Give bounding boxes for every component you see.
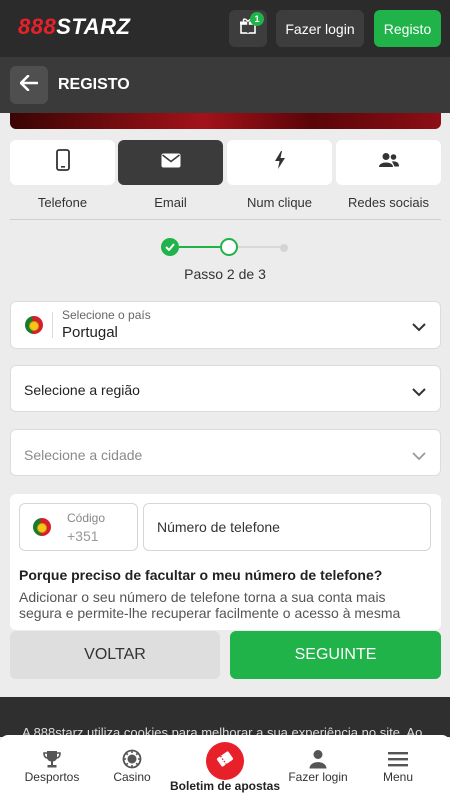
portugal-flag-icon <box>25 316 43 334</box>
select-separator <box>52 312 53 338</box>
cookie-notice: A 888starz utiliza cookies para melhorar… <box>0 697 450 737</box>
lightning-icon <box>274 151 286 174</box>
phone-number-placeholder: Número de telefone <box>157 519 280 535</box>
people-icon <box>378 152 400 173</box>
step-2-current <box>220 238 238 256</box>
promo-banner <box>10 113 441 129</box>
country-code-value: +351 <box>67 528 99 544</box>
trophy-icon <box>41 748 63 770</box>
chevron-down-icon <box>412 448 426 466</box>
page-title-bar: REGISTO <box>0 57 450 113</box>
tab-label-email: Email <box>154 195 187 210</box>
tab-email[interactable] <box>118 140 223 185</box>
arrow-left-icon <box>19 74 39 96</box>
tab-one-click[interactable] <box>227 140 332 185</box>
nav-casino-label: Casino <box>113 770 151 784</box>
check-icon <box>165 238 175 256</box>
nav-bet-slip-label: Boletim de apostas <box>169 779 281 793</box>
gift-count-badge: 1 <box>250 12 264 26</box>
nav-menu[interactable]: Menu <box>358 735 438 800</box>
city-select[interactable]: Selecione a cidade <box>10 429 441 476</box>
country-select-label: Selecione o país <box>62 308 151 322</box>
nav-casino[interactable]: Casino <box>92 735 172 800</box>
country-select[interactable]: Selecione o país Portugal <box>10 301 441 349</box>
phone-icon <box>55 149 70 176</box>
nav-menu-label: Menu <box>382 770 414 784</box>
nav-login[interactable]: Fazer login <box>278 735 358 800</box>
back-button[interactable] <box>10 66 48 104</box>
login-button[interactable]: Fazer login <box>276 10 364 47</box>
next-step-button[interactable]: SEGUINTE <box>230 631 441 679</box>
nav-login-label: Fazer login <box>288 770 348 784</box>
top-header: 888STARZ 1 Fazer login Registo <box>0 0 450 57</box>
country-code-select[interactable]: Código +351 <box>19 503 138 551</box>
menu-icon <box>387 748 409 770</box>
logo-number: 888 <box>18 14 57 39</box>
step-3-pending <box>280 244 288 252</box>
nav-sports-label: Desportos <box>24 770 80 784</box>
tab-social[interactable] <box>336 140 441 185</box>
page-title: REGISTO <box>58 76 130 93</box>
step-1-complete <box>161 238 179 256</box>
user-icon <box>307 748 329 770</box>
chip-icon <box>121 748 143 770</box>
ticket-icon <box>215 749 235 774</box>
portugal-flag-icon <box>33 518 51 536</box>
step-progress-text: Passo 2 de 3 <box>184 266 266 282</box>
chevron-down-icon <box>412 319 426 337</box>
gift-button[interactable]: 1 <box>229 10 267 47</box>
phone-section: Código +351 Número de telefone Porque pr… <box>10 494 441 630</box>
step-connector-pending <box>238 246 282 248</box>
phone-why-body: Adicionar o seu número de telefone torna… <box>19 589 401 621</box>
phone-why-title: Porque preciso de facultar o meu número … <box>19 567 383 583</box>
city-select-placeholder: Selecione a cidade <box>24 447 143 463</box>
tab-label-social: Redes sociais <box>348 195 429 210</box>
country-code-label: Código <box>67 511 106 525</box>
phone-number-input[interactable]: Número de telefone <box>143 503 431 551</box>
register-button[interactable]: Registo <box>374 10 441 47</box>
region-select-placeholder: Selecione a região <box>24 382 140 398</box>
nav-sports[interactable]: Desportos <box>12 735 92 800</box>
country-select-value: Portugal <box>62 324 118 341</box>
divider <box>10 219 441 220</box>
envelope-icon <box>161 153 181 173</box>
chevron-down-icon <box>412 384 426 402</box>
brand-logo[interactable]: 888STARZ <box>18 14 130 40</box>
tab-label-one-click: Num clique <box>246 195 313 210</box>
logo-text: STARZ <box>56 14 131 39</box>
step-connector-done <box>179 246 220 248</box>
nav-bet-slip[interactable] <box>206 742 244 780</box>
tab-label-phone: Telefone <box>37 195 88 210</box>
tab-phone[interactable] <box>10 140 115 185</box>
region-select[interactable]: Selecione a região <box>10 365 441 412</box>
back-step-button[interactable]: VOLTAR <box>10 631 220 679</box>
